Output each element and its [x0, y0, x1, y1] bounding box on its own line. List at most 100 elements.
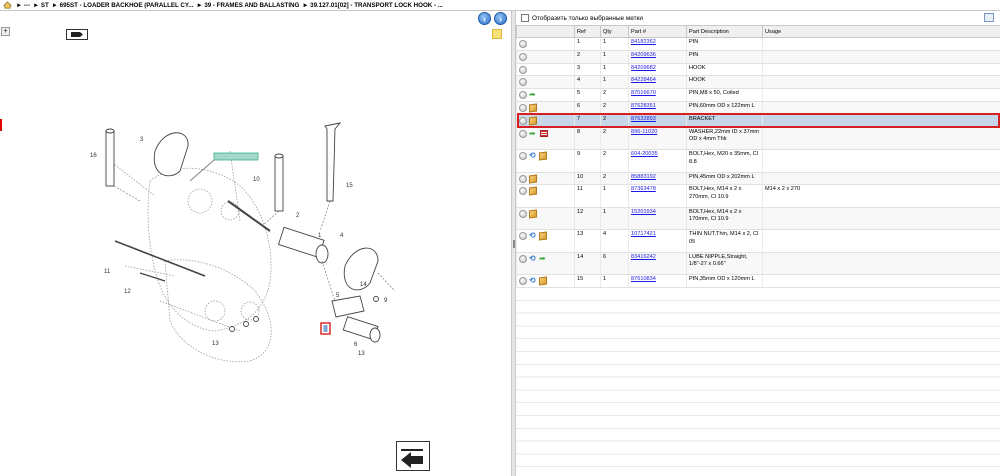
splitter-grip[interactable]: [513, 240, 515, 248]
cell-usage: [762, 50, 1000, 64]
package-icon[interactable]: [529, 174, 537, 184]
callout-label[interactable]: 16: [90, 153, 97, 159]
table-row[interactable]: 1 1 84182362 PIN: [516, 37, 1000, 51]
callout-label[interactable]: 14: [360, 282, 367, 288]
breadcrumb-item[interactable]: ► 39 - FRAMES AND BALLASTING: [196, 2, 299, 9]
column-header-icons: [516, 25, 575, 38]
table-row[interactable]: 11 1 87363478 BOLT,Hex, M14 x 2 x 270mm, Cl…: [516, 184, 1000, 208]
cell-description: BOLT,Hex, M14 x 2 x 270mm, Cl 10.9: [686, 184, 763, 208]
green-arrow-icon[interactable]: ➦: [529, 91, 538, 99]
callout-label[interactable]: 4: [340, 233, 344, 239]
column-header-part[interactable]: Part #: [628, 25, 687, 38]
part-number-link[interactable]: 87363478: [631, 186, 656, 192]
info-circle-icon[interactable]: [519, 187, 527, 196]
part-number-link[interactable]: 84182362: [631, 39, 656, 45]
cell-description: LUBE NIPPLE,Straight, 1/8"-27 x 0.66": [686, 252, 763, 276]
table-row[interactable]: 4 1 84228464 HOOK: [516, 75, 1000, 90]
part-number-link[interactable]: 84209636: [631, 52, 656, 58]
green-arrow-icon[interactable]: ➦: [529, 129, 538, 138]
cell-part: 87016670: [628, 88, 687, 102]
show-selected-only-checkbox[interactable]: [521, 14, 529, 22]
column-header-usage[interactable]: Usage: [762, 25, 1000, 38]
info-circle-icon[interactable]: [519, 52, 527, 61]
callout-label[interactable]: 1: [318, 233, 322, 239]
callout-label[interactable]: 13: [358, 351, 365, 357]
blue-arrow-icon[interactable]: ⟲: [529, 152, 537, 160]
info-circle-icon[interactable]: [519, 174, 527, 183]
info-circle-icon[interactable]: [519, 254, 527, 263]
table-row[interactable]: ➦ 5 2 87016670 PIN,M8 x 50, Coiled: [516, 88, 1000, 102]
part-number-link[interactable]: 85883192: [631, 174, 656, 180]
part-number-link[interactable]: 87628351: [631, 103, 656, 109]
callout-label[interactable]: 5: [336, 293, 340, 299]
table-row[interactable]: 12 1 15201934 BOLT,Hex, M14 x 2 x 170mm, Cl…: [516, 207, 1000, 231]
cell-part: 87363478: [628, 184, 687, 208]
info-circle-icon[interactable]: [519, 277, 527, 286]
part-number-link[interactable]: 10717421: [631, 231, 656, 237]
callout-label[interactable]: 6: [354, 342, 358, 348]
flag-icon[interactable]: [540, 130, 548, 138]
info-circle-icon[interactable]: [519, 129, 527, 138]
table-row[interactable]: ➦ 8 2 896-11020 WASHER,22mm ID x 37mm OD x 4…: [516, 127, 1000, 151]
table-row[interactable]: ⟲ 13 4 10717421 THIN NUT,Thin, M14 x 2, Cl 0…: [516, 229, 1000, 253]
home-icon[interactable]: [3, 1, 12, 9]
package-icon[interactable]: [539, 276, 547, 286]
part-number-link[interactable]: 84209682: [631, 65, 656, 71]
print-icon[interactable]: [984, 13, 994, 22]
column-header-ref[interactable]: Ref: [574, 25, 601, 38]
part-number-link[interactable]: 83416242: [631, 254, 656, 260]
callout-label[interactable]: 10: [253, 177, 260, 183]
table-row[interactable]: ⟲ ➦ 14 6 83416242 LUBE NIPPLE,Straight, 1/8"-…: [516, 252, 1000, 276]
cell-qty: 1: [600, 184, 629, 208]
package-icon[interactable]: [529, 209, 537, 219]
info-circle-icon[interactable]: [519, 91, 527, 100]
callout-label[interactable]: 3: [140, 137, 144, 143]
callout-label[interactable]: 9: [384, 298, 388, 304]
package-icon[interactable]: [529, 103, 537, 113]
info-circle-icon[interactable]: [519, 152, 527, 161]
part-number-link[interactable]: 896-11020: [631, 129, 657, 135]
info-circle-icon[interactable]: [519, 103, 527, 112]
part-number-link[interactable]: 15201934: [631, 209, 656, 215]
info-circle-icon[interactable]: [519, 78, 527, 87]
info-circle-icon[interactable]: [519, 65, 527, 74]
filter-label: Отобразить только выбранные метки: [532, 14, 643, 22]
blue-arrow-icon[interactable]: ⟲: [529, 277, 537, 285]
part-number-link[interactable]: 87016670: [631, 90, 656, 96]
breadcrumb-item[interactable]: ► ---: [16, 2, 30, 9]
breadcrumb-item[interactable]: ► 39.127.01[02] - TRANSPORT LOCK HOOK - …: [302, 2, 443, 9]
cell-qty: 2: [600, 127, 629, 151]
breadcrumb-item[interactable]: ► ST: [33, 2, 49, 9]
callout-label[interactable]: 12: [124, 289, 131, 295]
callout-label[interactable]: 13: [212, 341, 219, 347]
part-number-link[interactable]: 87610834: [631, 276, 656, 282]
green-arrow-icon[interactable]: ➦: [539, 254, 548, 263]
part-number-link[interactable]: 604-20035: [631, 151, 658, 157]
cell-qty: 1: [600, 75, 629, 90]
cell-ref: 9: [574, 149, 601, 173]
package-icon[interactable]: [539, 231, 547, 241]
callout-label[interactable]: 2: [296, 213, 300, 219]
table-row[interactable]: ⟲ 9 2 604-20035 BOLT,Hex, M20 x 35mm, Cl 8.8: [516, 149, 1000, 173]
callout-label[interactable]: 15: [346, 183, 353, 189]
info-circle-icon[interactable]: [519, 209, 527, 218]
info-circle-icon[interactable]: [519, 40, 527, 48]
info-circle-icon[interactable]: [519, 232, 527, 241]
column-header-description[interactable]: Part Description: [686, 25, 763, 38]
blue-arrow-icon[interactable]: ⟲: [529, 232, 537, 240]
package-icon[interactable]: [529, 186, 537, 196]
table-row[interactable]: 10 2 85883192 PIN,45mm OD x 202mm L: [516, 172, 1000, 186]
column-header-qty[interactable]: Qty: [600, 25, 629, 38]
table-row[interactable]: 3 1 84209682 HOOK: [516, 63, 1000, 77]
callout-label[interactable]: 11: [104, 269, 111, 275]
parts-table: Ref Qty Part # Part Description Usage 11…: [516, 25, 1000, 289]
table-row[interactable]: ⟲ 15 1 87610834 PIN,35mm OD x 120mm L: [516, 274, 1000, 289]
table-row[interactable]: 2 1 84209636 PIN: [516, 50, 1000, 64]
blue-arrow-icon[interactable]: ⟲: [529, 254, 537, 263]
breadcrumb-item[interactable]: ► 695ST - LOADER BACKHOE (PARALLEL CY...: [52, 2, 194, 9]
package-icon[interactable]: [539, 151, 547, 161]
navigate-diagram-icon[interactable]: [396, 441, 430, 471]
part-number-link[interactable]: 84228464: [631, 77, 656, 83]
row-icons: ⟲: [516, 229, 575, 253]
row-icons: [516, 50, 575, 64]
